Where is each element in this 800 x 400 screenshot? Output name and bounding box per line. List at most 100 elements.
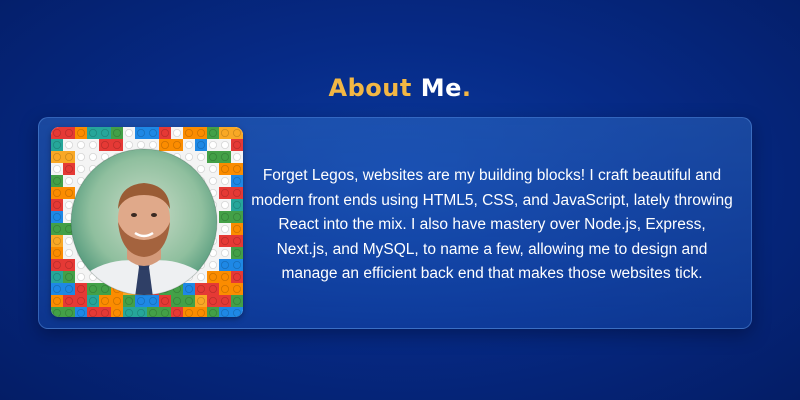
lego-stud [53, 140, 61, 149]
lego-stud [173, 308, 182, 317]
about-bio-text: Forget Legos, websites are my building b… [251, 167, 733, 282]
lego-stud [232, 165, 241, 174]
lego-stud [184, 296, 193, 305]
lego-stud [232, 140, 241, 149]
lego-stud [161, 140, 170, 149]
lego-stud [232, 129, 241, 137]
lego-stud [196, 140, 205, 149]
lego-stud [137, 129, 146, 137]
lego-stud [220, 165, 229, 174]
lego-stud [89, 308, 98, 317]
lego-stud [208, 129, 217, 137]
lego-stud [232, 296, 241, 305]
lego-stud [89, 129, 98, 137]
lego-stud [64, 152, 73, 161]
lego-stud [101, 129, 110, 137]
lego-stud [232, 308, 241, 317]
lego-stud [76, 296, 85, 305]
lego-stud [220, 260, 229, 269]
lego-stud [208, 272, 217, 281]
lego-stud [113, 140, 122, 149]
lego-stud [196, 296, 205, 305]
lego-stud [149, 296, 158, 305]
lego-stud [89, 284, 98, 293]
lego-stud [232, 225, 241, 234]
lego-stud [161, 296, 170, 305]
lego-stud [220, 296, 229, 305]
lego-stud [208, 284, 217, 293]
lego-stud [53, 152, 61, 161]
lego-stud [53, 189, 61, 198]
lego-stud [53, 177, 61, 186]
lego-stud [64, 308, 73, 317]
lego-stud [173, 140, 182, 149]
lego-stud [53, 201, 61, 210]
lego-backdrop-image [51, 127, 243, 317]
profile-photo-frame [51, 127, 243, 317]
lego-stud [196, 308, 205, 317]
lego-stud [232, 249, 241, 258]
lego-stud [53, 129, 61, 137]
lego-stud [113, 296, 122, 305]
about-card: Forget Legos, websites are my building b… [38, 117, 752, 329]
lego-stud [232, 260, 241, 269]
lego-stud [125, 308, 134, 317]
heading-dot: . [461, 74, 472, 102]
lego-stud [232, 272, 241, 281]
lego-stud [220, 272, 229, 281]
lego-stud [220, 189, 229, 198]
lego-stud [64, 260, 73, 269]
lego-stud [113, 308, 122, 317]
lego-stud [208, 152, 217, 161]
lego-stud [232, 237, 241, 246]
lego-stud [76, 129, 85, 137]
lego-stud [149, 308, 158, 317]
lego-stud [76, 284, 85, 293]
lego-stud [137, 308, 146, 317]
lego-stud [64, 165, 73, 174]
lego-stud [208, 296, 217, 305]
lego-stud [64, 284, 73, 293]
lego-stud [101, 284, 110, 293]
lego-stud [53, 249, 61, 258]
lego-stud [232, 284, 241, 293]
lego-stud [113, 129, 122, 137]
lego-stud [220, 129, 229, 137]
lego-stud [232, 213, 241, 222]
lego-stud [149, 129, 158, 137]
lego-stud [220, 308, 229, 317]
lego-stud [101, 308, 110, 317]
lego-stud [184, 308, 193, 317]
lego-stud [232, 201, 241, 210]
lego-stud [161, 308, 170, 317]
lego-stud [125, 296, 134, 305]
lego-stud [89, 296, 98, 305]
lego-stud [64, 272, 73, 281]
lego-stud [101, 296, 110, 305]
lego-stud [184, 129, 193, 137]
heading-accent-word: About [328, 74, 412, 102]
lego-stud [53, 237, 61, 246]
lego-stud [53, 296, 61, 305]
lego-stud [220, 213, 229, 222]
lego-stud [184, 284, 193, 293]
heading-word: Me [420, 74, 462, 102]
lego-stud [220, 152, 229, 161]
lego-stud [53, 260, 61, 269]
lego-stud [161, 129, 170, 137]
lego-stud [53, 272, 61, 281]
lego-stud [53, 308, 61, 317]
lego-stud [196, 129, 205, 137]
lego-stud [232, 189, 241, 198]
lego-stud [64, 296, 73, 305]
lego-stud [53, 284, 61, 293]
section-heading: About Me. [0, 74, 800, 102]
lego-stud [137, 296, 146, 305]
lego-stud [76, 308, 85, 317]
lego-stud [53, 213, 61, 222]
lego-stud [232, 177, 241, 186]
lego-stud [208, 308, 217, 317]
lego-stud [173, 296, 182, 305]
lego-stud [101, 140, 110, 149]
lego-stud [64, 129, 73, 137]
